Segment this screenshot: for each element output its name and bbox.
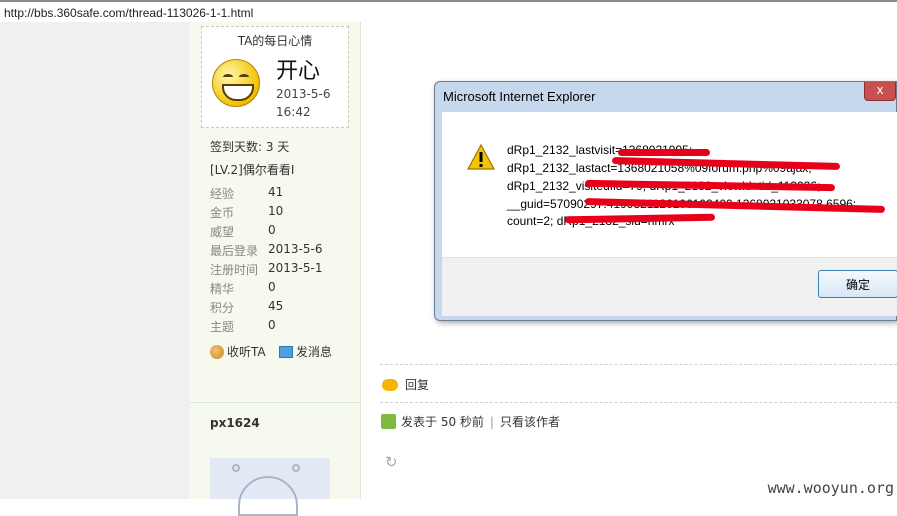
checkin-days: 签到天数: 3 天 xyxy=(210,140,290,154)
follow-label: 收听TA xyxy=(227,345,266,359)
reply-button[interactable]: 回复 xyxy=(382,376,429,393)
mood-title: TA的每日心情 xyxy=(237,34,313,48)
stat-value-coins: 10 xyxy=(268,204,284,218)
redaction-mark xyxy=(618,149,710,156)
close-icon[interactable]: x xyxy=(864,82,896,101)
stat-label-register: 注册时间 xyxy=(210,263,259,277)
post-info: 发表于 50 秒前 | 只看该作者 xyxy=(381,413,560,430)
watermark: www.wooyun.org xyxy=(767,479,894,497)
stat-value-register: 2013-5-1 xyxy=(268,261,323,275)
stat-label-prestige: 威望 xyxy=(210,225,235,239)
ok-button[interactable]: 确定 xyxy=(818,270,897,298)
mood-time: 16:42 xyxy=(276,105,311,119)
address-bar[interactable]: http://bbs.360safe.com/thread-113026-1-1… xyxy=(0,0,897,22)
stat-label-coins: 金币 xyxy=(210,206,235,220)
mood-date: 2013-5-6 xyxy=(276,87,331,101)
url-text: http://bbs.360safe.com/thread-113026-1-1… xyxy=(4,6,254,20)
mood-word: 开心 xyxy=(276,59,321,84)
stat-value-threads: 0 xyxy=(268,318,276,332)
next-post-username[interactable]: px1624 xyxy=(210,416,260,430)
warning-icon xyxy=(467,143,495,170)
user-level[interactable]: [LV.2]偶尔看看I xyxy=(210,161,294,178)
sidebar-divider xyxy=(190,402,360,403)
stat-value-points: 45 xyxy=(268,299,284,313)
stat-value-last-login: 2013-5-6 xyxy=(268,242,323,256)
stat-label-digest: 精华 xyxy=(210,282,235,296)
reply-icon xyxy=(382,378,398,391)
posted-time: 发表于 50 秒前 xyxy=(401,415,484,429)
post-header-divider xyxy=(380,402,897,403)
author-only-link[interactable]: 只看该作者 xyxy=(500,413,560,430)
follow-icon xyxy=(210,344,224,359)
daily-mood-box: TA的每日心情 开心 2013-5-6 16:42 xyxy=(201,26,349,128)
happy-face-icon xyxy=(212,59,260,107)
post-divider xyxy=(380,364,897,365)
stat-label-threads: 主题 xyxy=(210,320,235,334)
mail-icon xyxy=(279,345,293,358)
stat-label-exp: 经验 xyxy=(210,187,235,201)
separator: | xyxy=(489,414,494,429)
stat-value-digest: 0 xyxy=(268,280,276,294)
reply-label: 回复 xyxy=(405,378,430,392)
refresh-icon[interactable]: ↻ xyxy=(385,453,398,471)
stat-label-last-login: 最后登录 xyxy=(210,244,259,258)
send-message-label: 发消息 xyxy=(296,345,333,359)
send-message-button[interactable]: 发消息 xyxy=(279,343,332,360)
dialog-title: Microsoft Internet Explorer xyxy=(443,89,596,104)
online-user-icon xyxy=(381,414,396,429)
left-margin xyxy=(0,22,191,499)
stat-value-prestige: 0 xyxy=(268,223,276,237)
follow-button[interactable]: 收听TA xyxy=(210,343,266,360)
stat-value-exp: 41 xyxy=(268,185,284,199)
avatar[interactable] xyxy=(210,458,330,516)
stat-label-points: 积分 xyxy=(210,301,235,315)
